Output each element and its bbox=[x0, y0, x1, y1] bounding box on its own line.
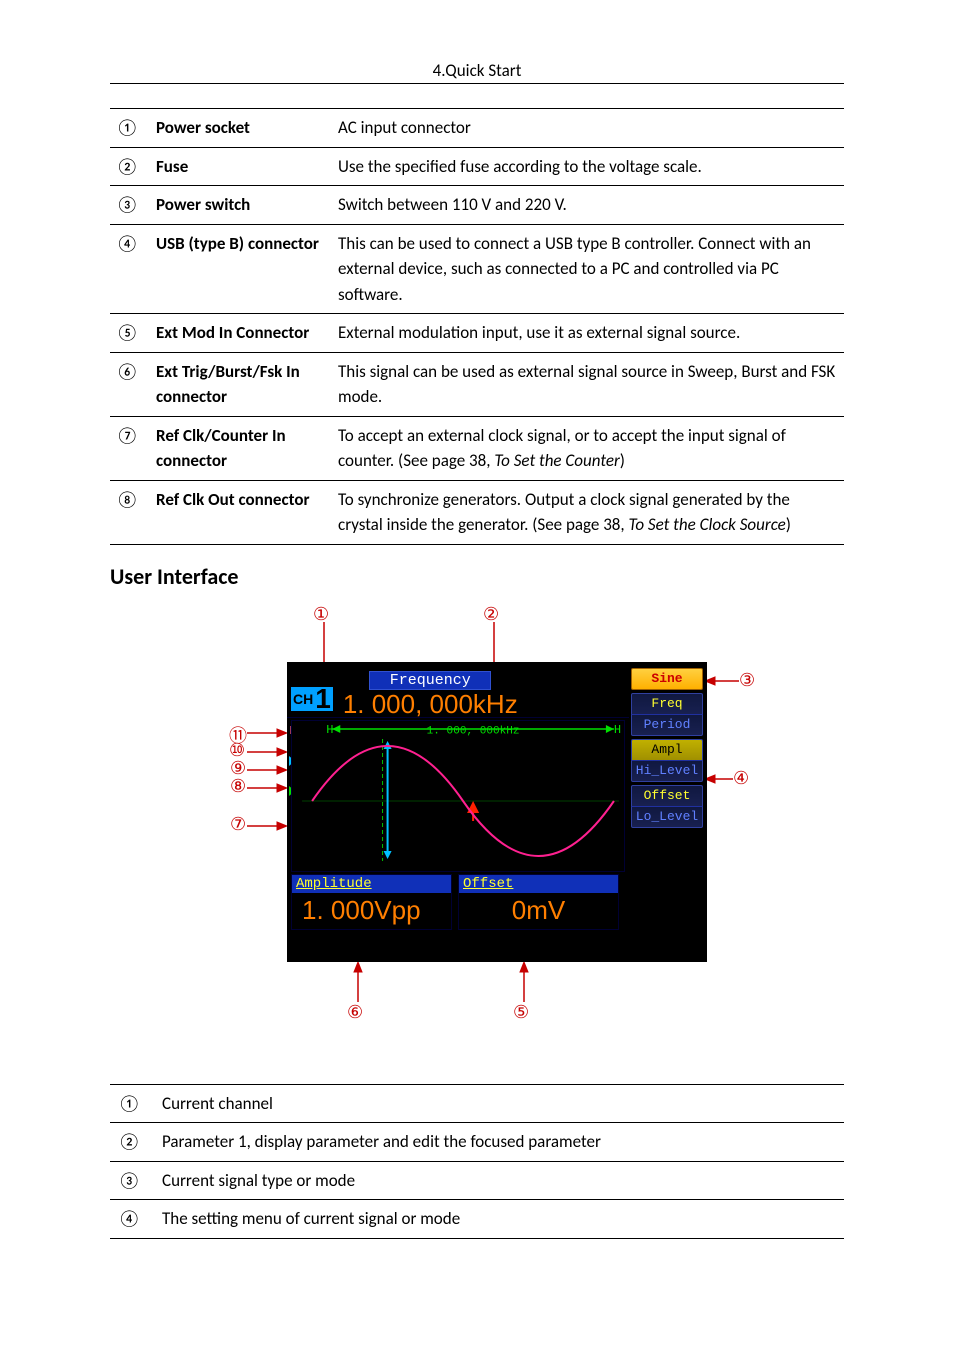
row-number: ⑦ bbox=[110, 416, 150, 480]
row-number: ⑧ bbox=[110, 480, 150, 544]
row-name: Ref Clk Out connector bbox=[150, 480, 332, 544]
row-description: External modulation input, use it as ext… bbox=[332, 314, 844, 353]
row-number: ② bbox=[110, 147, 150, 186]
callout-arrow-9-icon bbox=[247, 765, 287, 775]
row-number: ① bbox=[110, 109, 150, 148]
device-screen: CH1 Frequency 1. 000, 000kHz Load:High Z… bbox=[287, 662, 707, 962]
menu-freq[interactable]: Freq bbox=[631, 693, 703, 714]
table-row: ⑤Ext Mod In ConnectorExternal modulation… bbox=[110, 314, 844, 353]
row-text: Current signal type or mode bbox=[154, 1161, 844, 1200]
row-number: ① bbox=[110, 1084, 154, 1123]
row-name: Ext Mod In Connector bbox=[150, 314, 332, 353]
offset-label: Offset bbox=[459, 875, 618, 893]
offset-box: Offset 0mV bbox=[458, 874, 619, 930]
row-number: ④ bbox=[110, 1200, 154, 1239]
table-row: ⑧Ref Clk Out connectorTo synchronize gen… bbox=[110, 480, 844, 544]
freq-value: 1. 000, 000kHz bbox=[343, 691, 518, 717]
callout-3: ③ bbox=[739, 670, 755, 691]
callout-5: ⑤ bbox=[513, 1002, 529, 1023]
right-menu: Sine Freq Period Ampl Hi_Level Offset Lo… bbox=[629, 662, 707, 872]
freq-label: Frequency bbox=[369, 671, 491, 690]
row-name: Ext Trig/Burst/Fsk In connector bbox=[150, 352, 332, 416]
connectors-table: ①Power socketAC input connector②FuseUse … bbox=[110, 108, 844, 545]
row-text: The setting menu of current signal or mo… bbox=[154, 1200, 844, 1239]
callout-arrow-4-icon bbox=[705, 774, 733, 784]
table-row: ⑦Ref Clk/Counter In connectorTo accept a… bbox=[110, 416, 844, 480]
amplitude-label: Amplitude bbox=[292, 875, 451, 893]
ui-figure: ① ② ③ ④ ⑪ ⑩ ⑨ ⑧ ⑦ ⑥ bbox=[110, 604, 844, 1034]
wave-freq-text: 1. 000, 000kHz bbox=[427, 725, 520, 737]
row-number: ⑥ bbox=[110, 352, 150, 416]
table-row: ③Current signal type or mode bbox=[110, 1161, 844, 1200]
row-name: Fuse bbox=[150, 147, 332, 186]
row-description: Use the specified fuse according to the … bbox=[332, 147, 844, 186]
legend-table: ①Current channel②Parameter 1, display pa… bbox=[110, 1084, 844, 1239]
table-row: ④USB (type B) connectorThis can be used … bbox=[110, 224, 844, 314]
channel-number: 1 bbox=[315, 685, 331, 713]
row-name: Power socket bbox=[150, 109, 332, 148]
row-number: ⑤ bbox=[110, 314, 150, 353]
row-description: This signal can be used as external sign… bbox=[332, 352, 844, 416]
row-number: ② bbox=[110, 1123, 154, 1162]
table-row: ③Power switchSwitch between 110 V and 22… bbox=[110, 186, 844, 225]
table-row: ①Power socketAC input connector bbox=[110, 109, 844, 148]
row-number: ③ bbox=[110, 1161, 154, 1200]
callout-4: ④ bbox=[733, 768, 749, 789]
row-name: Ref Clk/Counter In connector bbox=[150, 416, 332, 480]
waveform-area: 1. 000, 000kHz bbox=[291, 720, 625, 872]
menu-ampl[interactable]: Ampl bbox=[631, 739, 703, 760]
menu-sine[interactable]: Sine bbox=[631, 668, 703, 690]
table-row: ④The setting menu of current signal or m… bbox=[110, 1200, 844, 1239]
table-row: ①Current channel bbox=[110, 1084, 844, 1123]
row-name: Power switch bbox=[150, 186, 332, 225]
callout-arrow-6-icon bbox=[353, 962, 363, 1002]
table-row: ⑥Ext Trig/Burst/Fsk In connectorThis sig… bbox=[110, 352, 844, 416]
offset-value: 0mV bbox=[459, 893, 618, 929]
row-description: AC input connector bbox=[332, 109, 844, 148]
callout-arrow-10-icon bbox=[247, 747, 287, 757]
svg-text:H: H bbox=[326, 723, 333, 737]
amplitude-box: Amplitude 1. 000Vpp bbox=[291, 874, 452, 930]
page-header: 4.Quick Start bbox=[110, 60, 844, 84]
channel-prefix: CH bbox=[293, 691, 313, 707]
row-description: This can be used to connect a USB type B… bbox=[332, 224, 844, 314]
row-name: USB (type B) connector bbox=[150, 224, 332, 314]
table-row: ②Parameter 1, display parameter and edit… bbox=[110, 1123, 844, 1162]
row-description: To synchronize generators. Output a cloc… bbox=[332, 480, 844, 544]
row-description: To accept an external clock signal, or t… bbox=[332, 416, 844, 480]
callout-arrow-11-icon bbox=[247, 728, 287, 738]
row-description: Switch between 110 V and 220 V. bbox=[332, 186, 844, 225]
amplitude-value: 1. 000Vpp bbox=[292, 893, 451, 929]
menu-offset[interactable]: Offset bbox=[631, 785, 703, 806]
callout-arrow-7-icon bbox=[247, 821, 287, 831]
row-text: Current channel bbox=[154, 1084, 844, 1123]
callout-arrow-8-icon bbox=[247, 783, 287, 793]
section-title: User Interface bbox=[110, 563, 844, 590]
row-text: Parameter 1, display parameter and edit … bbox=[154, 1123, 844, 1162]
menu-period[interactable]: Period bbox=[631, 714, 703, 736]
row-number: ③ bbox=[110, 186, 150, 225]
callout-8: ⑧ bbox=[230, 776, 246, 797]
callout-arrow-5-icon bbox=[519, 962, 529, 1002]
callout-arrow-3-icon bbox=[705, 676, 739, 686]
svg-text:H: H bbox=[614, 723, 621, 737]
callout-7: ⑦ bbox=[230, 814, 246, 835]
channel-badge: CH1 bbox=[291, 687, 333, 711]
row-number: ④ bbox=[110, 224, 150, 314]
menu-hi-level[interactable]: Hi_Level bbox=[631, 760, 703, 782]
menu-lo-level[interactable]: Lo_Level bbox=[631, 806, 703, 828]
callout-6: ⑥ bbox=[347, 1002, 363, 1023]
table-row: ②FuseUse the specified fuse according to… bbox=[110, 147, 844, 186]
